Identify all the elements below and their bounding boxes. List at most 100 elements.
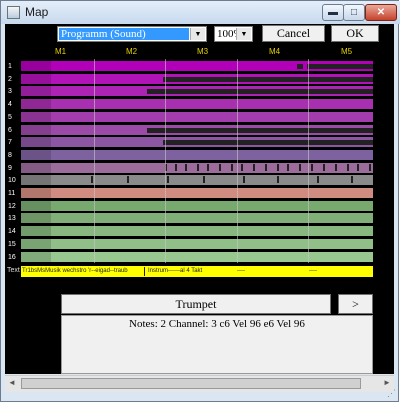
track-lead [21, 238, 51, 249]
measure-gridline [308, 59, 309, 263]
note-tick[interactable] [243, 176, 245, 184]
note-tick[interactable] [203, 176, 205, 184]
note-tick[interactable] [219, 163, 221, 171]
note-tick[interactable] [197, 163, 199, 171]
track-row[interactable] [21, 111, 373, 122]
scroll-left-icon[interactable]: ◄ [6, 378, 18, 389]
close-button[interactable]: ✕ [365, 4, 397, 21]
track-number: 16 [8, 253, 16, 261]
note-tick[interactable] [277, 176, 279, 184]
note-tick[interactable] [127, 176, 129, 184]
track-number: 4 [8, 101, 12, 109]
track-number: 13 [8, 215, 16, 223]
track-row[interactable] [21, 213, 373, 224]
track-row[interactable] [21, 149, 373, 160]
track-number: 14 [8, 228, 16, 236]
ok-button[interactable]: OK [331, 25, 379, 42]
text-track-item: Instrum------al 4 Takt [148, 268, 203, 274]
note-event[interactable] [297, 64, 303, 69]
track-lead [21, 162, 51, 173]
measure-marker: M5 [341, 47, 353, 56]
text-track-item: Tr1bsMsMusik wechstro 'r--eigad--traub [22, 268, 128, 274]
note-tick[interactable] [265, 163, 267, 171]
note-tick[interactable] [185, 163, 187, 171]
track-row[interactable] [21, 238, 373, 249]
track-number: 3 [8, 88, 12, 96]
note-tick[interactable] [311, 163, 313, 171]
note-event[interactable] [163, 140, 373, 146]
track-lead [21, 111, 51, 122]
track-row[interactable] [21, 251, 373, 262]
note-tick[interactable] [369, 163, 371, 171]
next-button[interactable]: > [338, 294, 373, 314]
measure-gridline [94, 59, 95, 263]
track-row[interactable] [21, 124, 373, 135]
text-track-divider [144, 267, 145, 276]
note-tick[interactable] [207, 163, 209, 171]
zoom-select[interactable]: 100% ▼ [214, 26, 253, 42]
track-number: 10 [8, 177, 16, 185]
chevron-down-icon[interactable]: ▼ [190, 28, 205, 40]
track-number: 11 [8, 190, 16, 197]
note-event[interactable] [163, 76, 373, 82]
track-row[interactable] [21, 162, 373, 173]
program-select[interactable]: Programm (Sound) ▼ [57, 26, 207, 42]
text-track-item: ---- [309, 268, 317, 274]
measure-marker: M3 [197, 47, 209, 56]
measure-gridline [165, 59, 166, 263]
track-lead [21, 226, 51, 237]
cancel-button[interactable]: Cancel [262, 25, 325, 42]
track-lead [21, 124, 51, 135]
note-tick[interactable] [175, 163, 177, 171]
note-event[interactable] [147, 127, 373, 133]
note-tick[interactable] [253, 163, 255, 171]
note-tick[interactable] [91, 176, 93, 184]
track-row[interactable] [21, 99, 373, 110]
note-tick[interactable] [347, 163, 349, 171]
measure-gridline [237, 59, 238, 263]
note-tick[interactable] [241, 163, 243, 171]
track-lead [21, 175, 51, 186]
title-bar[interactable]: Map ▬ □ ✕ [1, 1, 400, 24]
track-row[interactable] [21, 200, 373, 211]
measure-marker: M1 [55, 47, 67, 56]
track-number: 1 [8, 63, 12, 70]
note-tick[interactable] [299, 163, 301, 171]
track-row[interactable] [21, 175, 373, 186]
note-tick[interactable] [357, 163, 359, 171]
track-row[interactable] [21, 188, 373, 198]
track-row[interactable] [21, 73, 373, 84]
note-tick[interactable] [287, 163, 289, 171]
horizontal-scrollbar[interactable]: ◄ ► [5, 375, 394, 392]
note-tick[interactable] [335, 163, 337, 171]
track-lead [21, 99, 51, 110]
instrument-button[interactable]: Trumpet [61, 294, 331, 314]
track-number: 7 [8, 139, 12, 147]
track-row[interactable] [21, 226, 373, 237]
note-tick[interactable] [323, 163, 325, 171]
note-tick[interactable] [277, 163, 279, 171]
note-event[interactable] [147, 89, 373, 95]
track-lead [21, 251, 51, 262]
program-select-value: Programm (Sound) [59, 28, 189, 40]
maximize-button[interactable]: □ [343, 4, 365, 21]
text-track[interactable]: Tr1bsMsMusik wechstro 'r--eigad--traub I… [21, 266, 373, 277]
track-number: 9 [8, 164, 12, 172]
chevron-down-icon[interactable]: ▼ [236, 28, 251, 40]
track-lead [21, 188, 51, 198]
note-event[interactable] [307, 64, 373, 69]
track-row[interactable] [21, 61, 373, 71]
window-title: Map [25, 5, 49, 19]
scroll-thumb[interactable] [21, 378, 361, 389]
note-tick[interactable] [167, 176, 169, 184]
track-lead [21, 149, 51, 160]
minimize-button[interactable]: ▬ [322, 4, 344, 21]
track-row[interactable] [21, 137, 373, 148]
track-row[interactable] [21, 86, 373, 97]
note-tick[interactable] [351, 176, 353, 184]
resize-grip-icon[interactable]: ⋰ [387, 388, 396, 399]
track-number: 8 [8, 151, 12, 159]
note-tick[interactable] [317, 176, 319, 184]
track-lead [21, 86, 51, 97]
note-tick[interactable] [231, 163, 233, 171]
